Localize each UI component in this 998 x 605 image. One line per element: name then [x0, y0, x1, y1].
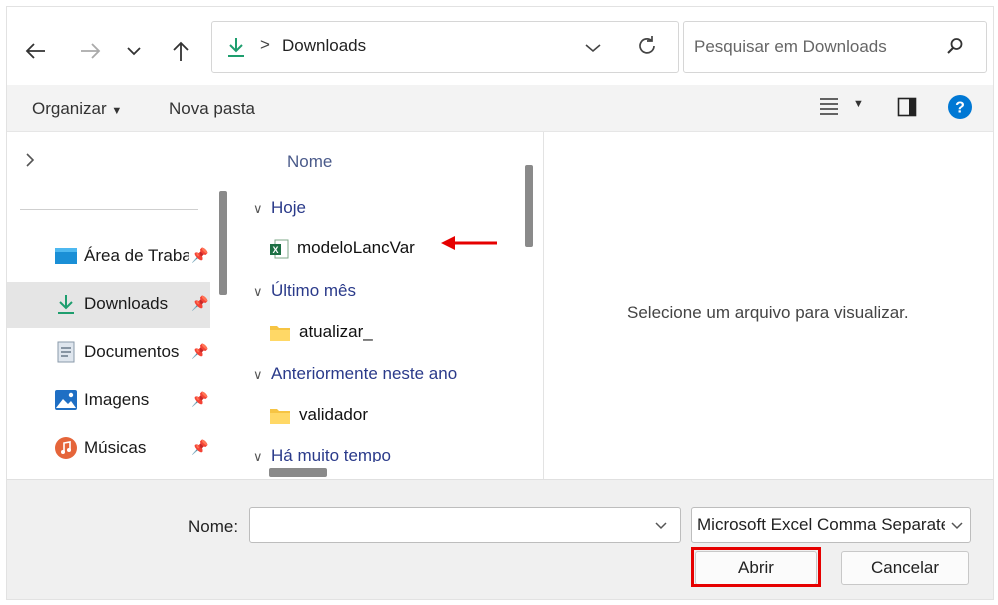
- chevron-down-icon: ∨: [253, 284, 263, 299]
- pin-icon: 📌: [191, 295, 209, 311]
- chevron-down-icon: ∨: [253, 367, 263, 382]
- sidebar-item-pictures[interactable]: Imagens 📌: [7, 378, 210, 424]
- annotation-highlight-box: [691, 547, 821, 587]
- organize-label: Organizar: [32, 99, 107, 118]
- chevron-down-icon: [951, 522, 963, 530]
- up-arrow-icon: [173, 41, 189, 61]
- svg-text:X: X: [272, 245, 278, 255]
- excel-file-icon: X: [270, 239, 289, 259]
- horizontal-scrollbar[interactable]: [269, 468, 327, 477]
- nav-divider: [20, 209, 198, 210]
- refresh-icon[interactable]: [636, 35, 658, 57]
- sidebar-item-label: Músicas: [84, 438, 147, 457]
- chevron-right-icon[interactable]: [25, 152, 35, 168]
- download-icon: [58, 295, 74, 314]
- group-header-last-month[interactable]: ∨ Último mês: [253, 281, 356, 301]
- recent-locations-button[interactable]: [120, 37, 148, 65]
- file-list-scrollbar[interactable]: [525, 165, 533, 247]
- file-open-dialog: > Downloads Pesquisar em Downloads Organ…: [6, 6, 994, 600]
- desktop-icon: [55, 248, 77, 264]
- sidebar-item-label: Área de Trabalho: [84, 246, 189, 265]
- document-icon: [57, 341, 75, 363]
- up-button[interactable]: [167, 37, 195, 65]
- search-icon: [947, 38, 963, 54]
- search-input[interactable]: Pesquisar em Downloads: [694, 37, 887, 57]
- pictures-icon: [55, 390, 77, 410]
- list-item[interactable]: X modeloLancVar: [269, 238, 415, 259]
- back-button[interactable]: [22, 37, 50, 65]
- pin-icon: 📌: [191, 247, 209, 263]
- search-box[interactable]: Pesquisar em Downloads: [683, 21, 987, 73]
- preview-message: Selecione um arquivo para visualizar.: [627, 303, 909, 322]
- group-header-today[interactable]: ∨ Hoje: [253, 198, 306, 218]
- group-header-long-ago[interactable]: ∨ Há muito tempo: [253, 446, 391, 462]
- file-type-value: Microsoft Excel Comma Separated: [697, 515, 945, 534]
- address-dropdown-icon[interactable]: [584, 43, 602, 53]
- sidebar-item-label: Documentos: [84, 342, 180, 361]
- folder-icon: [270, 325, 290, 341]
- address-bar[interactable]: > Downloads: [211, 21, 679, 73]
- file-name: validador: [299, 405, 368, 424]
- sidebar-item-desktop[interactable]: Área de Trabalho 📌: [7, 234, 210, 280]
- sidebar-item-downloads[interactable]: Downloads 📌: [7, 282, 210, 328]
- svg-text:?: ?: [955, 100, 965, 117]
- back-arrow-icon: [25, 43, 45, 59]
- list-view-icon: [820, 98, 838, 115]
- sidebar-item-music[interactable]: Músicas 📌: [7, 426, 210, 472]
- group-label: Há muito tempo: [271, 446, 391, 462]
- file-name: modeloLancVar: [297, 238, 415, 257]
- view-options-button[interactable]: ▼: [819, 97, 864, 120]
- cancel-button[interactable]: Cancelar: [841, 551, 969, 585]
- list-item[interactable]: validador: [269, 405, 368, 425]
- download-icon: [228, 38, 244, 57]
- organize-menu[interactable]: Organizar ▼: [32, 99, 122, 119]
- file-name-label: Nome:: [188, 517, 239, 536]
- sidebar-item-label: Imagens: [84, 390, 150, 409]
- group-label: Último mês: [271, 281, 357, 300]
- command-bar: Organizar ▼ Nova pasta ▼ ?: [7, 85, 993, 132]
- preview-pane-icon[interactable]: [897, 97, 917, 117]
- help-icon[interactable]: ?: [948, 95, 972, 119]
- file-type-select[interactable]: Microsoft Excel Comma Separated: [691, 507, 971, 543]
- file-name-field[interactable]: [249, 507, 681, 543]
- sidebar-item-label: Downloads: [84, 294, 169, 313]
- view-caret-icon: ▼: [853, 98, 864, 110]
- chevron-down-icon: [127, 47, 141, 56]
- file-name: atualizar_: [299, 322, 373, 341]
- breadcrumb-downloads[interactable]: Downloads: [282, 36, 366, 56]
- pin-icon: 📌: [191, 439, 209, 455]
- music-icon: [55, 437, 77, 459]
- sidebar-item-documents[interactable]: Documentos 📌: [7, 330, 210, 376]
- new-folder-button[interactable]: Nova pasta: [169, 99, 255, 119]
- caret-down-icon: ▼: [111, 105, 123, 117]
- group-label: Hoje: [271, 198, 306, 217]
- group-header-earlier-this-year[interactable]: ∨ Anteriormente neste ano: [253, 364, 457, 384]
- preview-divider: [543, 132, 544, 479]
- navigation-scrollbar[interactable]: [219, 191, 227, 295]
- chevron-down-icon[interactable]: [654, 521, 668, 530]
- group-label: Anteriormente neste ano: [271, 364, 458, 383]
- pin-icon: 📌: [191, 343, 209, 359]
- navigation-pane: Área de Trabalho 📌 Downloads 📌 Documento…: [7, 132, 212, 479]
- column-header-name[interactable]: Nome: [287, 152, 332, 172]
- forward-arrow-icon: [81, 43, 101, 59]
- chevron-down-icon: ∨: [253, 449, 263, 462]
- file-list: Nome ∨ Hoje X modeloLancVar ∨ Último mês a…: [239, 132, 519, 462]
- list-item[interactable]: atualizar_: [269, 322, 373, 342]
- forward-button[interactable]: [76, 37, 104, 65]
- folder-icon: [270, 408, 290, 424]
- annotation-arrow-icon: [441, 236, 497, 250]
- pin-icon: 📌: [191, 391, 209, 407]
- chevron-down-icon: ∨: [253, 201, 263, 216]
- breadcrumb-separator: >: [260, 35, 270, 54]
